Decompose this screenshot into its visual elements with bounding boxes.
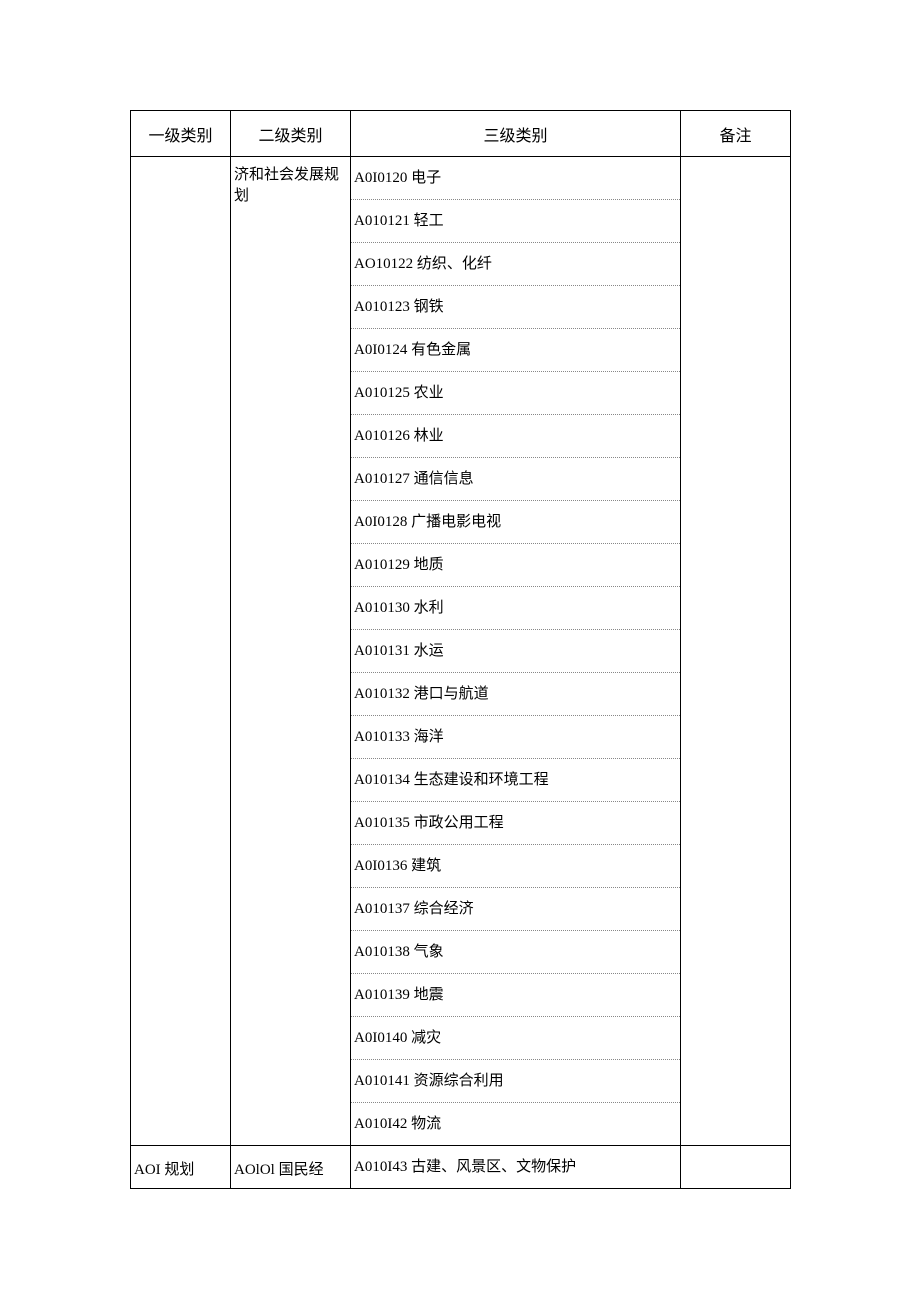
header-level2: 二级类别: [231, 111, 351, 157]
classification-table-wrap: 一级类别 二级类别 三级类别 备注 济和社会发展规划 A0I0120 电子A01…: [130, 110, 790, 1189]
level3-item: A010141 资源综合利用: [351, 1060, 680, 1103]
level3-item: A010123 钢铁: [351, 286, 680, 329]
level3-item: A010129 地质: [351, 544, 680, 587]
level3-item-list: A0I0120 电子A010121 轻工AO10122 纺织、化纤A010123…: [351, 157, 680, 1145]
header-level3: 三级类别: [351, 111, 681, 157]
level3-item: A0I0124 有色金属: [351, 329, 680, 372]
level3-item: A010I42 物流: [351, 1103, 680, 1145]
level3-item: A010126 林业: [351, 415, 680, 458]
level3-item: A010I43 古建、风景区、文物保护: [351, 1146, 680, 1188]
level3-item: A010134 生态建设和环境工程: [351, 759, 680, 802]
cell-level1: AOI 规划: [131, 1146, 231, 1189]
classification-table: 一级类别 二级类别 三级类别 备注 济和社会发展规划 A0I0120 电子A01…: [130, 110, 791, 1189]
level3-item: A010139 地震: [351, 974, 680, 1017]
level3-item: A010137 综合经济: [351, 888, 680, 931]
level3-item: A010125 农业: [351, 372, 680, 415]
table-header-row: 一级类别 二级类别 三级类别 备注: [131, 111, 791, 157]
cell-level2: 济和社会发展规划: [231, 157, 351, 1146]
level3-item: AO10122 纺织、化纤: [351, 243, 680, 286]
table-row: 济和社会发展规划 A0I0120 电子A010121 轻工AO10122 纺织、…: [131, 157, 791, 1146]
level3-item: A010121 轻工: [351, 200, 680, 243]
level3-item: A010138 气象: [351, 931, 680, 974]
header-remark: 备注: [681, 111, 791, 157]
table-row: AOI 规划 AOlOl 国民经 A010I43 古建、风景区、文物保护: [131, 1146, 791, 1189]
level3-item: A010130 水利: [351, 587, 680, 630]
level3-item: A0I0136 建筑: [351, 845, 680, 888]
level3-item: A010127 通信信息: [351, 458, 680, 501]
level3-item: A010133 海洋: [351, 716, 680, 759]
header-level1: 一级类别: [131, 111, 231, 157]
cell-level1: [131, 157, 231, 1146]
level3-item: A010132 港口与航道: [351, 673, 680, 716]
level3-item: A0I0128 广播电影电视: [351, 501, 680, 544]
cell-remark: [681, 1146, 791, 1189]
cell-level2: AOlOl 国民经: [231, 1146, 351, 1189]
level3-item: A010131 水运: [351, 630, 680, 673]
level3-item: A0I0140 减灾: [351, 1017, 680, 1060]
level3-item: A010135 市政公用工程: [351, 802, 680, 845]
cell-level3: A010I43 古建、风景区、文物保护: [351, 1146, 681, 1189]
level3-item: A0I0120 电子: [351, 157, 680, 200]
cell-level3: A0I0120 电子A010121 轻工AO10122 纺织、化纤A010123…: [351, 157, 681, 1146]
cell-remark: [681, 157, 791, 1146]
